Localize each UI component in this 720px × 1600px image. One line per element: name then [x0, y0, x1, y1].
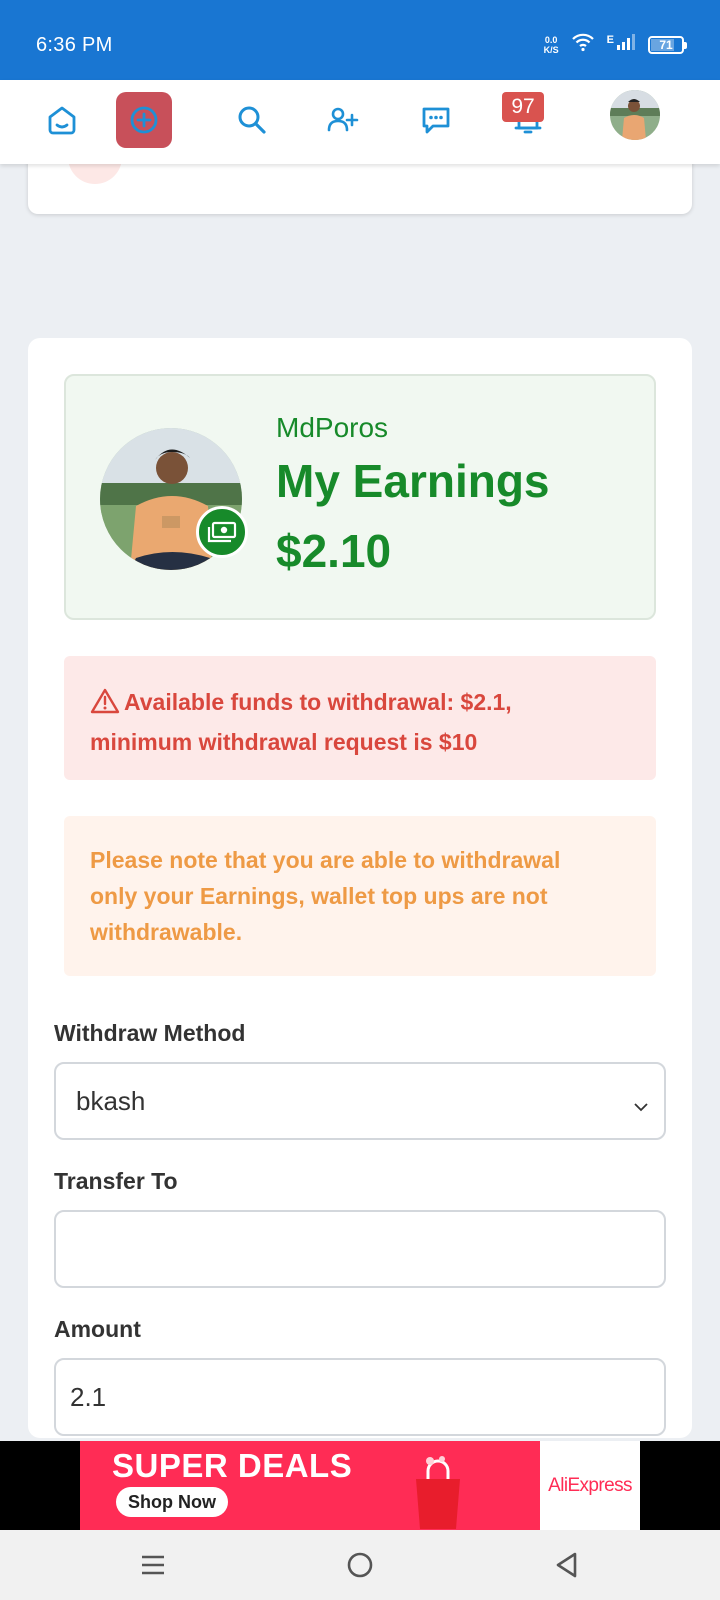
- battery-icon: 71: [648, 35, 687, 54]
- transfer-to-label: Transfer To: [54, 1168, 178, 1194]
- warning-icon: [90, 688, 120, 724]
- network-type: E: [606, 33, 614, 46]
- home-system-button[interactable]: [340, 1548, 380, 1582]
- earnings-title: My Earnings: [276, 455, 550, 507]
- net-speed-indicator: 0.0 K/S: [544, 35, 559, 55]
- search-icon: [238, 106, 266, 134]
- amount-input[interactable]: 2.1: [54, 1358, 666, 1436]
- amount-label: Amount: [54, 1316, 141, 1342]
- funds-alert: Available funds to withdrawal: $2.1, min…: [64, 656, 656, 780]
- recent-apps-button[interactable]: [133, 1548, 173, 1582]
- withdraw-card: MdPoros My Earnings $2.10 Available fund…: [28, 338, 692, 1438]
- back-button[interactable]: [547, 1548, 587, 1582]
- home-button[interactable]: [34, 92, 90, 148]
- chevron-down-icon: [632, 1092, 650, 1123]
- add-friend-button[interactable]: [314, 92, 370, 148]
- amount-value: 2.1: [70, 1381, 107, 1412]
- ad-headline: SUPER DEALS: [112, 1447, 353, 1484]
- messages-button[interactable]: [408, 92, 464, 148]
- money-icon: [196, 506, 248, 558]
- home-icon: [48, 106, 76, 135]
- earnings-amount: $2.10: [276, 525, 392, 577]
- net-speed-value: 0.0: [544, 34, 558, 45]
- status-bar: 6:36 PM 0.0 K/S E 71: [0, 0, 720, 80]
- wifi-icon: [571, 32, 595, 57]
- withdraw-note: Please note that you are able to withdra…: [64, 816, 656, 976]
- create-post-icon: [130, 106, 158, 134]
- status-time: 6:36 PM: [36, 34, 113, 56]
- system-nav-bar: [0, 1530, 720, 1600]
- withdraw-note-line3: withdrawable.: [90, 919, 243, 945]
- earnings-username: MdPoros: [276, 412, 389, 443]
- funds-alert-line2: minimum withdrawal request is $10: [90, 729, 478, 755]
- withdraw-method-select[interactable]: bkash: [54, 1062, 666, 1140]
- net-speed-unit: K/S: [543, 44, 559, 55]
- transfer-to-input[interactable]: [54, 1210, 666, 1288]
- withdraw-note-line1: Please note that you are able to withdra…: [90, 847, 561, 873]
- messages-icon: [422, 107, 450, 134]
- battery-level: 71: [659, 37, 673, 52]
- profile-avatar[interactable]: [610, 90, 660, 140]
- shopping-bag-icon: [410, 1455, 466, 1529]
- add-friend-icon: [327, 107, 359, 132]
- ad-banner-container: SUPER DEALS Shop Now AliExpress: [0, 1441, 720, 1530]
- withdraw-method-value: bkash: [76, 1085, 146, 1116]
- create-post-button[interactable]: [116, 92, 172, 148]
- menu-icon: [142, 1555, 164, 1575]
- funds-alert-line1: Available funds to withdrawal: $2.1,: [124, 689, 512, 715]
- status-icons: 0.0 K/S E 71: [544, 32, 687, 57]
- ad-shop-now-button[interactable]: Shop Now: [116, 1487, 228, 1517]
- search-button[interactable]: [224, 92, 280, 148]
- withdraw-note-line2: only your Earnings, wallet top ups are n…: [90, 883, 548, 909]
- circle-home-icon: [347, 1552, 373, 1578]
- earnings-summary: MdPoros My Earnings $2.10: [64, 374, 656, 620]
- notification-count-badge: 97: [502, 92, 544, 122]
- cell-signal-icon: [616, 33, 636, 56]
- ad-banner[interactable]: SUPER DEALS Shop Now AliExpress: [80, 1441, 640, 1530]
- back-icon: [556, 1552, 577, 1578]
- ad-brand: AliExpress: [540, 1441, 640, 1530]
- withdraw-method-label: Withdraw Method: [54, 1020, 246, 1046]
